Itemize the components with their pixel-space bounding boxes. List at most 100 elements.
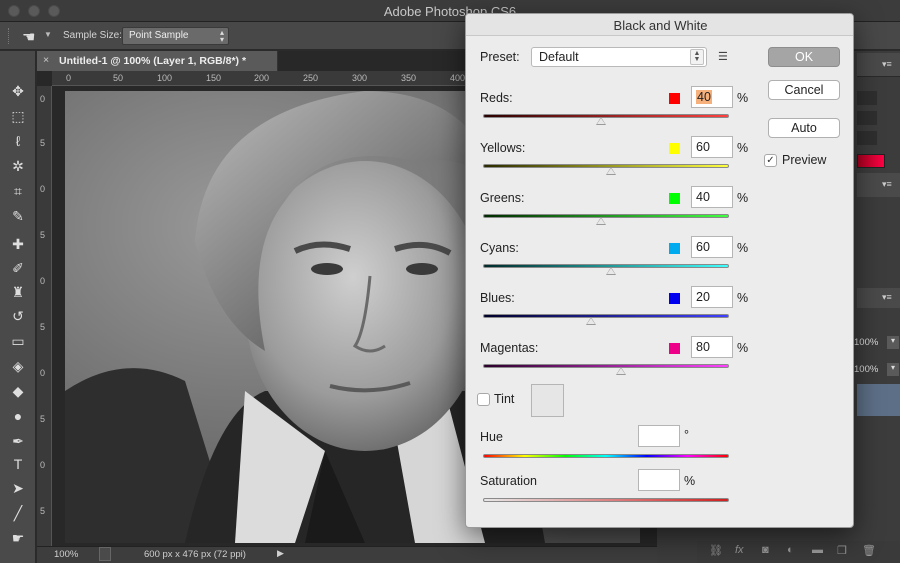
tool-preset-chevron-icon[interactable]: ▼ bbox=[44, 30, 52, 39]
fill-value[interactable]: 100% bbox=[854, 364, 878, 375]
cancel-button[interactable]: Cancel bbox=[768, 80, 840, 100]
ok-button[interactable]: OK bbox=[768, 47, 840, 67]
yellows-label: Yellows: bbox=[480, 141, 526, 155]
tint-color-swatch[interactable] bbox=[531, 384, 564, 417]
document-tab[interactable]: × Untitled-1 @ 100% (Layer 1, RGB/8*) * bbox=[37, 51, 278, 71]
opacity-value[interactable]: 100% bbox=[854, 337, 878, 348]
quick-select-tool-icon[interactable]: ✲ bbox=[7, 156, 29, 176]
status-share-icon[interactable] bbox=[99, 547, 111, 561]
greens-percent: % bbox=[737, 191, 749, 205]
layers-footer: ⛓ fx ◙ ◐ ▬ ❐ 🗑 bbox=[697, 541, 900, 563]
healing-brush-icon[interactable]: ✚ bbox=[7, 234, 29, 254]
brush-tool-icon[interactable]: ✐ bbox=[7, 258, 29, 278]
magentas-slider-thumb[interactable] bbox=[615, 367, 626, 375]
saturation-track[interactable] bbox=[483, 498, 729, 502]
ruler-tick: 150 bbox=[206, 73, 222, 83]
swatch-field[interactable] bbox=[857, 131, 877, 145]
ruler-tick: 200 bbox=[254, 73, 270, 83]
eyedropper-tool-icon[interactable]: ☚ bbox=[22, 28, 35, 46]
eraser-tool-icon[interactable]: ▭ bbox=[7, 331, 29, 351]
tint-label: Tint bbox=[494, 392, 515, 406]
reds-color-swatch bbox=[669, 93, 680, 104]
line-tool-icon[interactable]: ╱ bbox=[7, 503, 29, 523]
crop-tool-icon[interactable]: ⌗ bbox=[7, 181, 29, 201]
yellows-color-swatch bbox=[669, 143, 680, 154]
status-menu-arrow-icon[interactable]: ▶ bbox=[277, 548, 284, 559]
color-ramp[interactable] bbox=[857, 154, 885, 168]
stamp-tool-icon[interactable]: ♜ bbox=[7, 282, 29, 302]
ruler-tick: 300 bbox=[352, 73, 368, 83]
ruler-tick: 0 bbox=[40, 94, 46, 104]
saturation-input[interactable] bbox=[638, 469, 680, 491]
blues-slider-thumb[interactable] bbox=[586, 317, 597, 325]
tint-checkbox[interactable] bbox=[477, 393, 490, 406]
magentas-value-input[interactable]: 80 bbox=[691, 336, 733, 358]
saturation-percent: % bbox=[684, 474, 696, 488]
close-tab-icon[interactable]: × bbox=[43, 54, 49, 66]
paint-bucket-icon[interactable]: ◈ bbox=[7, 356, 29, 376]
mask-icon[interactable]: ◙ bbox=[762, 544, 769, 556]
cyans-color-swatch bbox=[669, 243, 680, 254]
pen-tool-icon[interactable]: ✒ bbox=[7, 431, 29, 451]
panel-menu-icon[interactable]: ▾≡ bbox=[882, 59, 892, 70]
hue-input[interactable] bbox=[638, 425, 680, 447]
move-tool-icon[interactable]: ✥ bbox=[7, 81, 29, 101]
new-layer-icon[interactable]: ❐ bbox=[837, 544, 847, 557]
blues-slider-track[interactable] bbox=[483, 314, 729, 318]
preset-select[interactable]: Default ▲ ▼ bbox=[531, 47, 707, 67]
greens-value: 40 bbox=[696, 190, 710, 204]
blues-color-swatch bbox=[669, 293, 680, 304]
reds-slider-thumb[interactable] bbox=[596, 117, 607, 125]
fx-icon[interactable]: fx bbox=[735, 544, 744, 556]
preset-label: Preset: bbox=[480, 50, 520, 64]
cyans-label: Cyans: bbox=[480, 241, 519, 255]
cyans-percent: % bbox=[737, 241, 749, 255]
adjustment-icon[interactable]: ◐ bbox=[787, 544, 794, 556]
history-brush-icon[interactable]: ↺ bbox=[7, 306, 29, 326]
dodge-tool-icon[interactable]: ● bbox=[7, 406, 29, 426]
blur-tool-icon[interactable]: ◆ bbox=[7, 381, 29, 401]
marquee-tool-icon[interactable]: ⬚ bbox=[7, 106, 29, 126]
yellows-value-input[interactable]: 60 bbox=[691, 136, 733, 158]
preset-options-icon[interactable]: ☰ bbox=[718, 50, 728, 63]
auto-button[interactable]: Auto bbox=[768, 118, 840, 138]
cyans-slider-thumb[interactable] bbox=[605, 267, 616, 275]
ruler-tick: 5 bbox=[40, 414, 46, 424]
layer-row-selected[interactable] bbox=[857, 384, 900, 416]
opacity-dropdown-icon[interactable]: ▾ bbox=[887, 336, 899, 349]
greens-slider-thumb[interactable] bbox=[596, 217, 607, 225]
swatch-field[interactable] bbox=[857, 111, 877, 125]
ruler-tick: 5 bbox=[40, 138, 46, 148]
panel-menu-icon[interactable]: ▾≡ bbox=[882, 179, 892, 190]
blues-value: 20 bbox=[696, 290, 710, 304]
zoom-level[interactable]: 100% bbox=[54, 549, 78, 560]
options-grip bbox=[8, 28, 10, 44]
magentas-slider-track[interactable] bbox=[483, 364, 729, 368]
cyans-value-input[interactable]: 60 bbox=[691, 236, 733, 258]
sample-size-value: Point Sample bbox=[129, 30, 189, 41]
group-icon[interactable]: ▬ bbox=[812, 544, 823, 556]
panel-menu-icon[interactable]: ▾≡ bbox=[882, 292, 892, 303]
swatch-field[interactable] bbox=[857, 91, 877, 105]
ruler-tick: 400 bbox=[450, 73, 466, 83]
reds-value-input[interactable]: 40 bbox=[691, 86, 733, 108]
trash-icon[interactable]: 🗑 bbox=[862, 544, 876, 557]
blues-value-input[interactable]: 20 bbox=[691, 286, 733, 308]
ruler-tick: 5 bbox=[40, 322, 46, 332]
type-tool-icon[interactable]: T bbox=[7, 454, 29, 474]
lasso-tool-icon[interactable]: ℓ bbox=[7, 131, 29, 151]
eyedropper-icon[interactable]: ✎ bbox=[7, 206, 29, 226]
fill-dropdown-icon[interactable]: ▾ bbox=[887, 363, 899, 376]
ruler-tick: 5 bbox=[40, 506, 46, 516]
path-select-icon[interactable]: ➤ bbox=[7, 478, 29, 498]
ruler-tick: 5 bbox=[40, 230, 46, 240]
magentas-label: Magentas: bbox=[480, 341, 539, 355]
sample-size-select[interactable]: Point Sample ▴ ▾ bbox=[122, 27, 229, 45]
preview-checkbox[interactable]: ✓ bbox=[764, 154, 777, 167]
yellows-slider-thumb[interactable] bbox=[605, 167, 616, 175]
hue-degree-symbol: ° bbox=[684, 428, 689, 442]
greens-value-input[interactable]: 40 bbox=[691, 186, 733, 208]
hue-track[interactable] bbox=[483, 454, 729, 458]
hand-tool-icon[interactable]: ☛ bbox=[7, 528, 29, 548]
link-layers-icon[interactable]: ⛓ bbox=[709, 544, 723, 557]
